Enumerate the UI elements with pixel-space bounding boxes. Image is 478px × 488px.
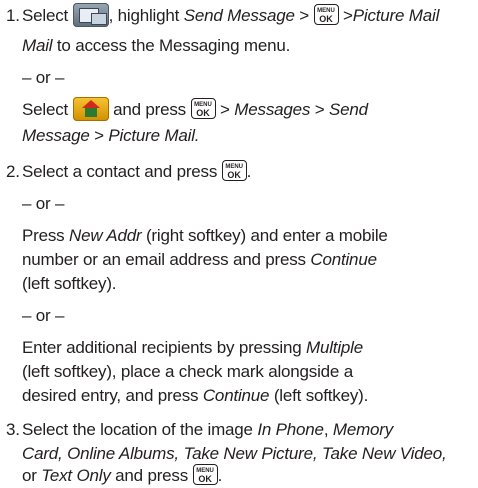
- text: (left softkey).: [269, 386, 369, 405]
- text: Enter additional recipients by pressing: [22, 338, 302, 357]
- messaging-icon: [72, 2, 109, 27]
- text: and press: [110, 466, 189, 485]
- separator: >: [215, 100, 235, 119]
- menu-ok-key-icon: MENU OK: [313, 4, 339, 26]
- text: Select: [22, 100, 69, 119]
- menu-path-send: Send: [328, 100, 368, 119]
- text: Select a contact and press: [22, 162, 218, 181]
- menu-ok-key-icon: MENU OK: [192, 464, 218, 486]
- separator: >: [294, 6, 314, 25]
- softkey-continue: Continue: [202, 386, 270, 405]
- menu-ok-key-icon: MENU OK: [190, 98, 216, 120]
- text: number or an email address and press: [22, 250, 306, 269]
- option-list: Card, Online Albums, Take New Picture, T…: [22, 444, 447, 463]
- home-icon: [72, 96, 109, 121]
- separator: >: [338, 6, 353, 25]
- menu-ok-key-icon: MENU OK: [221, 160, 247, 182]
- text: Select: [22, 6, 69, 25]
- text: Press: [22, 226, 65, 245]
- text: to access the Messaging menu.: [52, 36, 291, 55]
- option-memory: Memory: [332, 420, 394, 439]
- softkey-multiple: Multiple: [306, 338, 363, 357]
- option-in-phone: In Phone: [257, 420, 324, 439]
- menu-path-message: Message: [22, 126, 90, 145]
- text: , highlight: [108, 6, 180, 25]
- text: (left softkey).: [22, 274, 117, 293]
- text: or: [22, 466, 37, 485]
- menu-path-picture-mail: Picture Mail.: [108, 126, 200, 145]
- menu-path-messages: Messages: [234, 100, 311, 119]
- step-body: Select , highlight Send Message > MENU OK…: [22, 2, 474, 29]
- text: Select the location of the image: [22, 420, 253, 439]
- step-line: Select , highlight Send Message > MENU OK…: [22, 2, 474, 29]
- option-text-only: Text Only: [41, 466, 111, 485]
- or-separator: – or –: [22, 306, 65, 325]
- text: and press: [113, 100, 191, 119]
- separator: >: [310, 100, 329, 119]
- text: (right softkey) and enter a mobile: [141, 226, 388, 245]
- menu-path-send-message: Send Message: [183, 6, 295, 25]
- instruction-page: 1. Select , highlight Send Message > MEN…: [0, 0, 478, 486]
- separator: >: [89, 126, 109, 145]
- softkey-new-addr: New Addr: [69, 226, 142, 245]
- text: desired entry, and press: [22, 386, 199, 405]
- menu-path-picture-mail: Picture Mail: [352, 6, 440, 25]
- or-separator: – or –: [22, 68, 65, 87]
- softkey-continue: Continue: [310, 250, 377, 269]
- text: (left softkey), place a check mark along…: [22, 362, 353, 381]
- or-separator: – or –: [22, 194, 65, 213]
